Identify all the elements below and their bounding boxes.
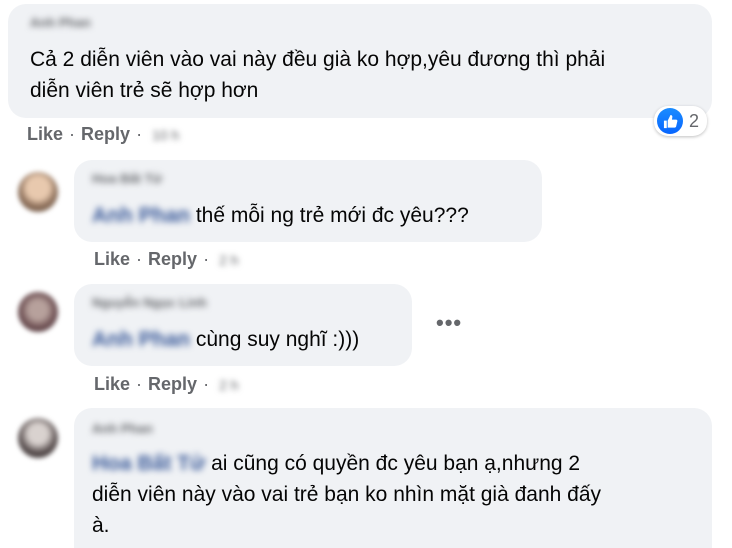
avatar[interactable]	[18, 292, 58, 332]
comment-actions: Like · Reply · 2 h	[94, 374, 239, 395]
comment-bubble-2: Hoa Bất Tử Anh Phan thế mỗi ng trẻ mới đ…	[74, 160, 542, 242]
reply-button[interactable]: Reply	[148, 249, 197, 269]
comment-author[interactable]: Hoa Bất Tử	[92, 171, 162, 186]
comment-author[interactable]: Anh Phan	[92, 421, 153, 436]
comment-text-line: diễn viên trẻ sẽ hợp hơn	[30, 79, 259, 102]
more-options-icon[interactable]: •••	[436, 310, 462, 336]
separator: ·	[203, 374, 210, 394]
separator: ·	[136, 249, 143, 269]
comment-text: Cả 2 diễn viên vào vai này đều già ko hợ…	[30, 44, 605, 106]
comment-timestamp[interactable]: 10 h	[152, 127, 179, 143]
comment-timestamp[interactable]: 2 h	[219, 377, 238, 393]
comment-text-line: thế mỗi ng trẻ mới đc yêu???	[195, 204, 469, 227]
like-reaction-icon	[657, 108, 683, 134]
mention-link[interactable]: Hoa Bất Tử	[92, 448, 205, 479]
like-button[interactable]: Like	[27, 124, 63, 144]
separator: ·	[203, 249, 210, 269]
mention-link[interactable]: Anh Phan	[92, 200, 190, 231]
comment-author[interactable]: Nguyễn Ngọc Linh	[92, 295, 207, 310]
comment-bubble-3: Nguyễn Ngọc Linh Anh Phan cùng suy nghĩ …	[74, 284, 412, 366]
separator: ·	[136, 374, 143, 394]
comment-text: Anh Phan thế mỗi ng trẻ mới đc yêu???	[92, 200, 469, 231]
comment-text-line: cùng suy nghĩ :)))	[195, 328, 360, 351]
separator: ·	[136, 124, 143, 144]
comment-text-line: Cả 2 diễn viên vào vai này đều già ko hợ…	[30, 48, 606, 71]
like-button[interactable]: Like	[94, 249, 130, 269]
comment-actions: Like · Reply · 2 h	[94, 249, 239, 270]
reply-button[interactable]: Reply	[81, 124, 130, 144]
mention-link[interactable]: Anh Phan	[92, 324, 190, 355]
comment-text: Hoa Bất Tử ai cũng có quyền đc yêu bạn ạ…	[92, 448, 601, 541]
comment-text-line: à.	[92, 514, 110, 537]
comment-author[interactable]: Anh Phan	[30, 15, 91, 30]
comment-text-line: ai cũng có quyền đc yêu bạn ạ,nhưng 2	[211, 452, 581, 475]
like-button[interactable]: Like	[94, 374, 130, 394]
separator: ·	[69, 124, 76, 144]
comment-text-line: diễn viên này vào vai trẻ bạn ko nhìn mặ…	[92, 483, 602, 506]
reaction-count-badge[interactable]: 2	[654, 106, 708, 136]
comment-timestamp[interactable]: 2 h	[219, 252, 238, 268]
comment-text: Anh Phan cùng suy nghĩ :)))	[92, 324, 359, 355]
comment-actions: Like · Reply · 10 h	[27, 124, 179, 145]
comment-bubble-1: Anh Phan Cả 2 diễn viên vào vai này đều …	[8, 4, 712, 118]
reaction-count: 2	[689, 110, 700, 131]
reply-button[interactable]: Reply	[148, 374, 197, 394]
avatar[interactable]	[18, 418, 58, 458]
avatar[interactable]	[18, 172, 58, 212]
comment-bubble-4: Anh Phan Hoa Bất Tử ai cũng có quyền đc …	[74, 408, 712, 548]
